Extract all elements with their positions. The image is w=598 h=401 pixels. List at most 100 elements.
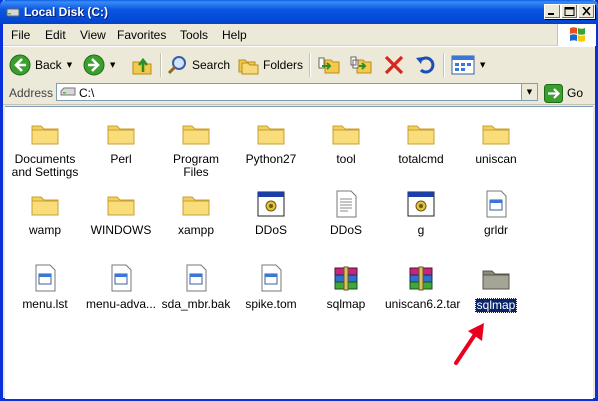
close-icon	[582, 7, 591, 16]
toolbar-separator	[309, 53, 311, 77]
close-button[interactable]	[578, 4, 595, 19]
copy-to-button[interactable]	[349, 51, 373, 79]
file-label: menu.lst	[22, 297, 68, 311]
folder-up-icon	[132, 57, 152, 75]
toolbar-separator	[160, 53, 162, 77]
folder-icon	[482, 125, 510, 145]
back-button[interactable]: Back ▼	[9, 51, 72, 79]
delete-button[interactable]	[383, 51, 405, 79]
title-bar[interactable]: Local Disk (C:)	[0, 0, 598, 24]
address-bar: Address C:\ ▼ Go	[3, 82, 595, 105]
file-item[interactable]: Perl	[84, 117, 158, 166]
go-arrow-icon	[544, 83, 563, 103]
forward-arrow-icon	[83, 54, 105, 76]
explorer-window: Local Disk (C:) File Edit View Favorites…	[0, 0, 598, 401]
folder-icon	[31, 125, 59, 145]
menu-file[interactable]: File	[11, 28, 30, 42]
file-list-pane[interactable]: Documents and Settings Perl Program File…	[5, 106, 593, 399]
folder-icon	[107, 125, 135, 145]
file-item[interactable]: wamp	[8, 188, 82, 237]
back-dropdown-icon[interactable]: ▼	[67, 61, 72, 69]
up-button[interactable]	[131, 51, 153, 79]
generic-file-icon	[35, 264, 56, 292]
folders-icon	[238, 59, 259, 75]
views-button[interactable]: ▼	[451, 51, 485, 79]
windows-flag-icon	[570, 27, 585, 42]
file-label: grldr	[483, 223, 508, 237]
menu-help[interactable]: Help	[222, 28, 247, 42]
file-label: tool	[336, 152, 356, 166]
file-item[interactable]: menu.lst	[8, 262, 82, 311]
file-item[interactable]: uniscan	[459, 117, 533, 166]
file-item[interactable]: Python27	[234, 117, 308, 166]
address-input[interactable]: C:\ ▼	[56, 83, 538, 101]
file-item[interactable]: tool	[309, 117, 383, 166]
file-label: g	[417, 223, 425, 237]
file-item[interactable]: Program Files	[159, 117, 233, 179]
file-label: DDoS	[329, 223, 362, 237]
search-button[interactable]: Search	[166, 51, 230, 79]
file-item[interactable]: spike.tom	[234, 262, 308, 311]
views-dropdown-icon[interactable]: ▼	[480, 61, 485, 69]
file-label: sda_mbr.bak	[161, 297, 231, 311]
file-item[interactable]: DDoS	[234, 188, 308, 237]
file-item[interactable]: sqlmap	[309, 262, 383, 311]
address-value: C:\	[79, 86, 95, 100]
text-document-icon	[336, 190, 357, 218]
folder-icon	[182, 125, 210, 145]
file-item[interactable]: totalcmd	[384, 117, 458, 166]
minimize-icon	[548, 13, 554, 15]
search-label: Search	[192, 58, 231, 72]
file-item[interactable]: WINDOWS	[84, 188, 158, 237]
file-item[interactable]: menu-adva...	[84, 262, 158, 311]
back-label: Back	[35, 58, 62, 72]
generic-file-icon	[261, 264, 282, 292]
address-dropdown-icon[interactable]: ▼	[521, 84, 537, 100]
file-item[interactable]: g	[384, 188, 458, 237]
file-label: Program Files	[172, 152, 219, 179]
file-item-selected[interactable]: sqlmap	[459, 262, 533, 313]
file-item[interactable]: Documents and Settings	[8, 117, 82, 179]
executable-icon	[257, 191, 285, 217]
generic-file-icon	[111, 264, 132, 292]
file-label: WINDOWS	[90, 223, 152, 237]
windows-logo	[557, 24, 596, 46]
drive-icon	[60, 87, 76, 96]
file-label: DDoS	[254, 223, 287, 237]
file-label: sqlmap	[474, 298, 518, 313]
file-label: wamp	[28, 223, 61, 237]
file-label: spike.tom	[245, 297, 297, 311]
file-label: uniscan6.2.tar	[385, 297, 461, 311]
file-item[interactable]: sda_mbr.bak	[159, 262, 233, 311]
menu-edit[interactable]: Edit	[45, 28, 66, 42]
minimize-button[interactable]	[544, 4, 561, 19]
file-item[interactable]: DDoS	[309, 188, 383, 237]
go-label: Go	[567, 86, 584, 100]
undo-button[interactable]	[415, 51, 437, 79]
menu-view[interactable]: View	[80, 28, 106, 42]
forward-dropdown-icon[interactable]: ▼	[110, 61, 115, 69]
forward-button[interactable]: ▼	[83, 51, 115, 79]
folders-button[interactable]: Folders	[237, 51, 303, 79]
generic-file-icon	[186, 264, 207, 292]
menu-tools[interactable]: Tools	[180, 28, 208, 42]
generic-file-icon	[486, 190, 507, 218]
folder-icon	[407, 125, 435, 145]
move-to-button[interactable]	[317, 51, 341, 79]
search-icon	[167, 56, 186, 75]
file-label: uniscan	[475, 152, 517, 166]
folder-icon	[257, 125, 285, 145]
go-button[interactable]: Go	[544, 83, 583, 103]
file-item[interactable]: xampp	[159, 188, 233, 237]
maximize-button[interactable]	[561, 4, 578, 19]
file-label: sqlmap	[326, 297, 366, 311]
folder-icon	[107, 196, 135, 216]
file-label: totalcmd	[398, 152, 444, 166]
folder-icon	[182, 196, 210, 216]
back-arrow-icon	[9, 54, 31, 76]
views-icon	[451, 55, 475, 75]
file-item[interactable]: grldr	[459, 188, 533, 237]
menu-favorites[interactable]: Favorites	[117, 28, 166, 42]
file-item[interactable]: uniscan6.2.tar	[384, 262, 461, 311]
folders-label: Folders	[263, 58, 304, 72]
